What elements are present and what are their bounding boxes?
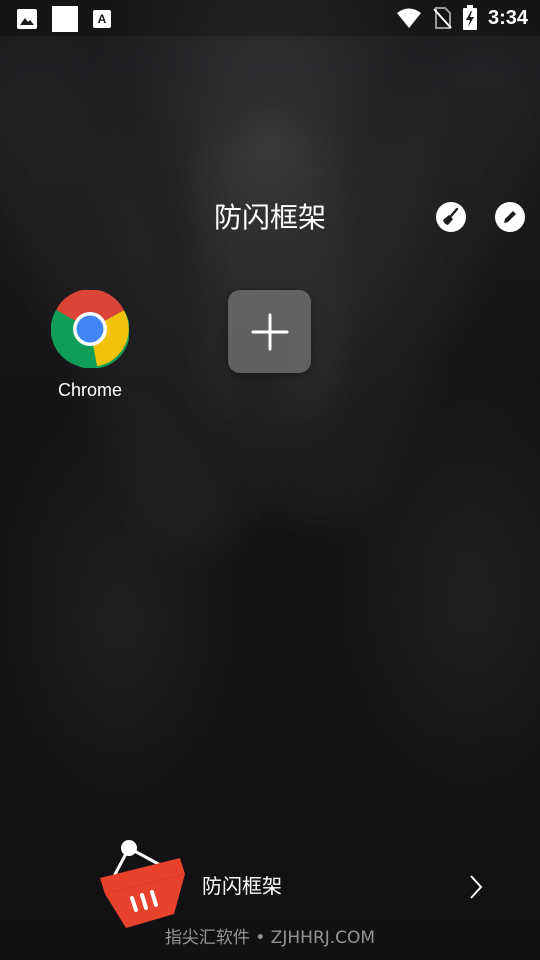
system-icons: 3:34	[396, 4, 528, 32]
image-icon	[17, 9, 37, 29]
no-sim-icon	[433, 7, 452, 29]
broom-icon	[443, 207, 459, 225]
chevron-right-icon	[470, 875, 483, 899]
watermark: 指尖汇软件 • ZJHHRJ.COM	[164, 928, 376, 948]
pencil-icon	[504, 211, 516, 223]
promo-banner[interactable]: 防闪框架	[96, 836, 496, 936]
svg-text:A: A	[98, 12, 107, 26]
folder-title[interactable]: 防闪框架	[170, 196, 370, 240]
status-bar: A 3:34	[0, 0, 540, 36]
a-notification-icon: A	[93, 10, 111, 28]
clean-button[interactable]	[436, 202, 466, 232]
notification-icons: A	[16, 6, 112, 32]
add-app-button[interactable]	[228, 290, 311, 373]
wifi-icon	[396, 8, 421, 28]
background-light-streak	[200, 120, 340, 440]
plus-icon	[251, 313, 288, 350]
basket-icon	[100, 840, 185, 928]
white-square-icon	[52, 6, 78, 32]
app-label: Chrome	[57, 380, 123, 400]
app-chrome[interactable]: Chrome	[40, 290, 140, 401]
chrome-icon	[51, 290, 129, 368]
battery-charging-icon	[462, 5, 477, 30]
clock-time: 3:34	[487, 7, 528, 29]
edit-button[interactable]	[495, 202, 525, 232]
promo-text: 防闪框架	[202, 874, 282, 898]
home-screen: A 3:34 防闪框架 Chrome 防闪框架 指尖汇软件 • ZJHHRJ.C…	[0, 0, 540, 960]
